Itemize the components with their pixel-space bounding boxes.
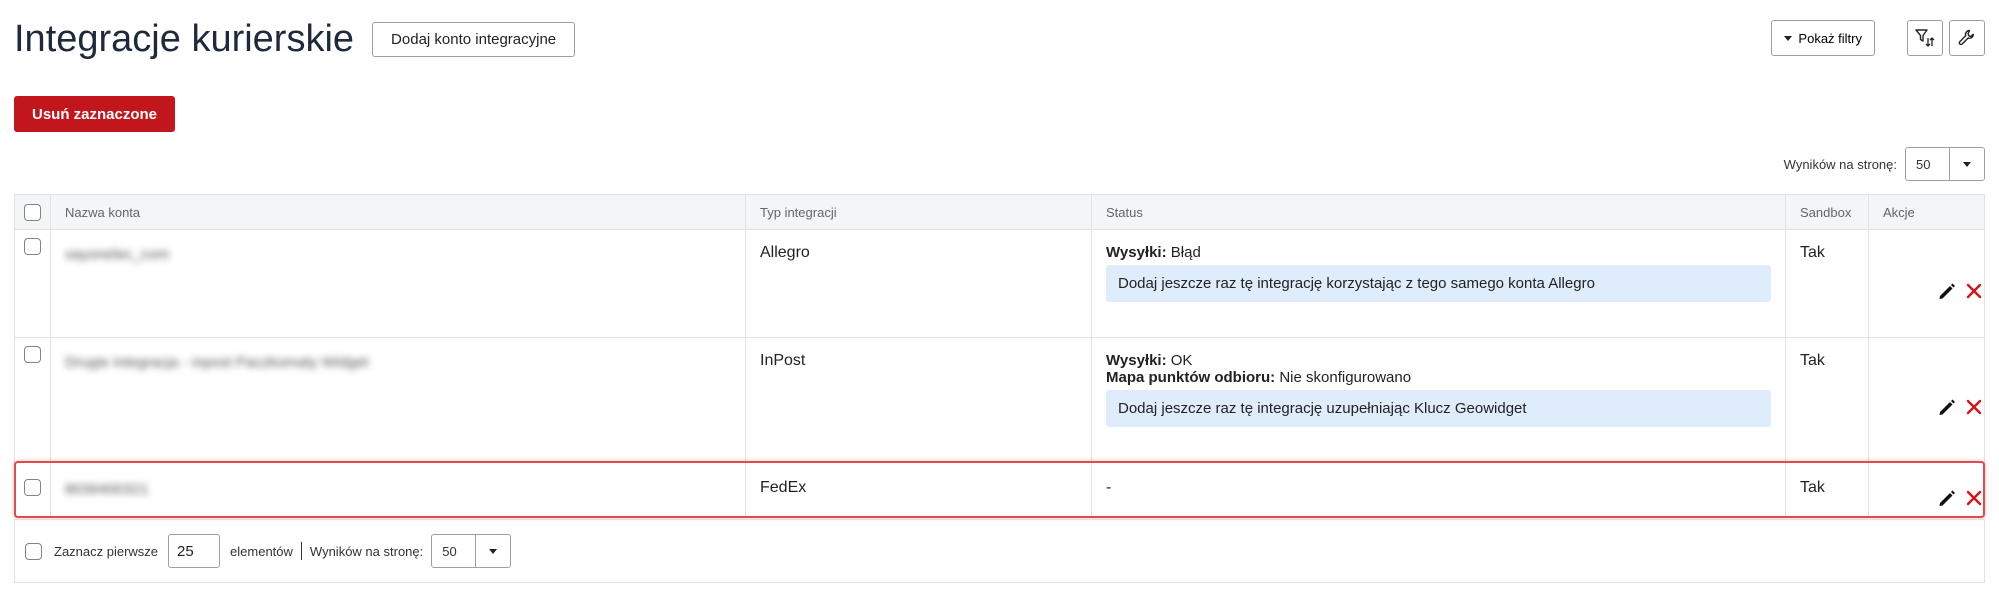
table-row: Drugie integracja - inpost Paczkomaty Wi… <box>14 338 1985 463</box>
integration-type: FedEx <box>746 463 1092 517</box>
row-checkbox-cell <box>15 230 51 337</box>
per-page-select[interactable]: 50 <box>1905 147 1985 181</box>
caret-down-icon <box>1963 161 1971 167</box>
row-checkbox-cell <box>15 463 51 517</box>
show-filters-button[interactable]: Pokaż filtry <box>1771 20 1875 56</box>
table-row: 8039400321 FedEx - Tak <box>14 463 1985 518</box>
column-header-actions: Akcje <box>1883 204 1915 220</box>
status-value: - <box>1092 463 1786 517</box>
delete-icon[interactable] <box>1964 281 1984 301</box>
status-label: Mapa punktów odbioru: <box>1106 369 1276 386</box>
select-all-checkbox[interactable] <box>24 203 41 221</box>
status-note: Dodaj jeszcze raz tę integrację korzysta… <box>1106 265 1771 302</box>
select-first-checkbox[interactable] <box>25 542 42 560</box>
status-label: Wysyłki: <box>1106 244 1167 261</box>
row-checkbox[interactable] <box>24 479 41 496</box>
per-page-label: Wyników na stronę: <box>309 543 424 559</box>
delete-selected-button[interactable]: Usuń zaznaczone <box>14 96 176 132</box>
status-value: Nie skonfigurowano <box>1279 369 1412 386</box>
dropdown-toggle[interactable] <box>1950 148 1984 180</box>
account-name-cell: 8039400321 <box>51 463 746 517</box>
per-page-select[interactable]: 50 <box>431 534 512 568</box>
page-title: Integracje kurierskie <box>14 17 355 60</box>
caret-down-icon <box>1784 35 1793 41</box>
account-name-cell: sayonelec_com <box>51 230 746 337</box>
integration-type: Allegro <box>746 230 1092 337</box>
status-value: Błąd <box>1170 244 1201 261</box>
delete-icon[interactable] <box>1964 488 1984 508</box>
select-first-count-input[interactable]: 25 <box>168 534 221 568</box>
column-header-name[interactable]: Nazwa konta <box>51 195 746 229</box>
status-note: Dodaj jeszcze raz tę integrację uzupełni… <box>1106 390 1771 427</box>
table-row: sayonelec_com Allegro Wysyłki: Błąd Doda… <box>14 230 1985 338</box>
account-name-cell: Drugie integracja - inpost Paczkomaty Wi… <box>51 338 746 462</box>
dropdown-toggle[interactable] <box>476 535 510 567</box>
status-cell: Wysyłki: OK Mapa punktów odbioru: Nie sk… <box>1092 338 1786 462</box>
column-header-type[interactable]: Typ integracji <box>746 195 1092 229</box>
filter-sort-icon <box>1915 29 1935 47</box>
row-checkbox[interactable] <box>24 238 41 255</box>
wrench-icon <box>1958 29 1975 46</box>
status-line: Wysyłki: Błąd <box>1106 244 1771 261</box>
row-actions <box>1869 463 1984 517</box>
sandbox-value: Tak <box>1786 463 1869 517</box>
status-value: OK <box>1170 352 1193 369</box>
column-header-sandbox[interactable]: Sandbox <box>1786 195 1869 229</box>
per-page-value: 50 <box>432 535 477 567</box>
settings-button[interactable] <box>1949 20 1985 56</box>
table-footer: Zaznacz pierwsze 25 elementów Wyników na… <box>14 519 1985 583</box>
status-cell: Wysyłki: Błąd Dodaj jeszcze raz tę integ… <box>1092 230 1786 337</box>
row-checkbox-cell <box>15 338 51 462</box>
integration-type: InPost <box>746 338 1092 462</box>
account-name: 8039400321 <box>65 481 149 498</box>
sandbox-value: Tak <box>1786 230 1869 337</box>
sandbox-value: Tak <box>1786 338 1869 462</box>
status-line: Wysyłki: OK <box>1106 352 1771 369</box>
per-page-label: Wyników na stronę: <box>1783 156 1897 172</box>
status-label: Wysyłki: <box>1106 352 1167 369</box>
page-header: Integracje kurierskie Dodaj konto integr… <box>14 14 576 64</box>
per-page-top: Wyników na stronę: 50 <box>1784 147 1985 181</box>
divider <box>300 542 302 560</box>
account-name: Drugie integracja - inpost Paczkomaty Wi… <box>65 354 369 371</box>
integrations-table: Nazwa konta Typ integracji Status Sandbo… <box>14 194 1985 518</box>
add-integration-account-button[interactable]: Dodaj konto integracyjne <box>372 21 576 57</box>
edit-icon[interactable] <box>1936 396 1958 418</box>
filter-sort-button[interactable] <box>1907 20 1943 56</box>
row-actions <box>1869 338 1984 462</box>
top-toolbar: Pokaż filtry <box>1771 20 1985 56</box>
caret-down-icon <box>489 548 498 554</box>
edit-icon[interactable] <box>1936 280 1958 302</box>
row-actions <box>1869 230 1984 337</box>
elements-label: elementów <box>230 543 293 559</box>
account-name: sayonelec_com <box>65 246 170 263</box>
show-filters-label: Pokaż filtry <box>1798 30 1862 46</box>
select-all-cell <box>15 195 51 229</box>
row-checkbox[interactable] <box>24 346 41 363</box>
edit-icon[interactable] <box>1936 487 1958 509</box>
status-line: Mapa punktów odbioru: Nie skonfigurowano <box>1106 369 1771 386</box>
table-header: Nazwa konta Typ integracji Status Sandbo… <box>14 194 1985 230</box>
column-header-status[interactable]: Status <box>1092 195 1786 229</box>
per-page-value: 50 <box>1906 148 1950 180</box>
delete-icon[interactable] <box>1964 397 1984 417</box>
select-first-label: Zaznacz pierwsze <box>54 543 159 559</box>
